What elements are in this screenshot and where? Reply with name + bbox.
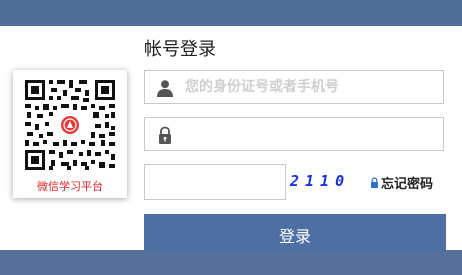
qr-caption: 微信学习平台 <box>37 180 103 193</box>
lock-icon <box>159 126 171 144</box>
username-placeholder: 您的身份证号或者手机号 <box>185 79 339 95</box>
captcha-image[interactable]: 2110 <box>290 172 350 190</box>
username-field[interactable]: 您的身份证号或者手机号 <box>144 70 444 104</box>
login-button[interactable]: 登录 <box>144 214 446 252</box>
qr-card: 微信学习平台 <box>13 70 127 198</box>
page-title: 帐号登录 <box>144 39 216 60</box>
lock-icon <box>371 177 378 188</box>
forgot-password-link[interactable]: 忘记密码 <box>370 173 433 192</box>
captcha-input[interactable] <box>144 164 286 200</box>
header-band <box>0 0 462 26</box>
password-field[interactable] <box>144 117 444 151</box>
forgot-password-label: 忘记密码 <box>381 177 434 192</box>
qr-code-image <box>23 78 117 172</box>
user-icon <box>157 80 173 97</box>
footer-band <box>0 250 462 275</box>
